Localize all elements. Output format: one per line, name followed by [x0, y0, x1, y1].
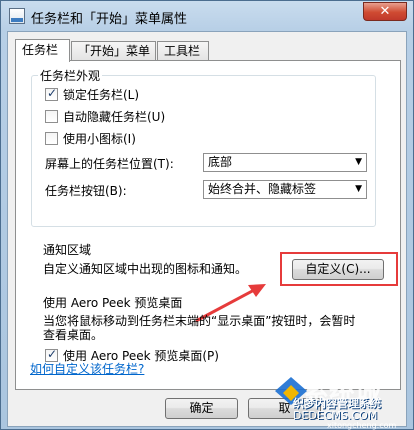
aero-peek-description-line2: 查看桌面。 [43, 328, 104, 342]
lock-taskbar-label: 锁定任务栏(L) [63, 88, 140, 102]
aero-peek-group-title: 使用 Aero Peek 预览桌面 [43, 296, 183, 310]
dialog-window: 任务栏和「开始」菜单属性 ✕ 任务栏 「开始」菜单 工具栏 任务栏外观 锁定任务… [0, 0, 414, 430]
close-button[interactable]: ✕ [363, 2, 407, 21]
watermark-line4: xitongcheng.com [327, 421, 397, 430]
chevron-down-icon: ▼ [355, 157, 362, 167]
tab-panel-taskbar: 任务栏外观 锁定任务栏(L) 自动隐藏任务栏(U) 使用小图标(I) 屏幕上的任… [15, 60, 401, 390]
buttons-value: 始终合并、隐藏标签 [208, 182, 317, 196]
help-link[interactable]: 如何自定义该任务栏? [30, 360, 144, 377]
location-value: 底部 [208, 155, 233, 169]
site-watermark: 系统城 织梦内容管理系统 DEDECMS.COM xitongcheng.com [263, 369, 413, 430]
buttons-label: 任务栏按钮(B): [45, 184, 127, 198]
ok-button[interactable]: 确定 [165, 398, 238, 419]
customize-button[interactable]: 自定义(C)... [292, 259, 384, 280]
tab-start-menu[interactable]: 「开始」菜单 [71, 41, 156, 61]
lock-taskbar-option[interactable]: 锁定任务栏(L) [45, 86, 139, 103]
location-label: 屏幕上的任务栏位置(T): [45, 157, 174, 171]
chevron-down-icon: ▼ [355, 184, 362, 194]
tab-taskbar[interactable]: 任务栏 [15, 39, 70, 62]
notification-description: 自定义通知区域中出现的图标和通知。 [43, 262, 248, 276]
dialog-body: 任务栏 「开始」菜单 工具栏 任务栏外观 锁定任务栏(L) 自动隐藏任务栏(U)… [7, 31, 407, 427]
title-bar[interactable]: 任务栏和「开始」菜单属性 ✕ [1, 1, 413, 31]
small-icons-option[interactable]: 使用小图标(I) [45, 130, 136, 147]
buttons-select[interactable]: 始终合并、隐藏标签 ▼ [203, 180, 367, 199]
small-icons-label: 使用小图标(I) [63, 132, 136, 146]
taskbar-properties-icon [9, 8, 25, 24]
auto-hide-option[interactable]: 自动隐藏任务栏(U) [45, 108, 165, 125]
notification-group-title: 通知区域 [43, 243, 92, 257]
auto-hide-label: 自动隐藏任务栏(U) [63, 110, 166, 124]
lock-taskbar-checkbox[interactable] [45, 86, 58, 101]
small-icons-checkbox[interactable] [45, 132, 58, 145]
location-select[interactable]: 底部 ▼ [203, 153, 367, 172]
tab-toolbars[interactable]: 工具栏 [157, 41, 209, 61]
appearance-group-title: 任务栏外观 [40, 69, 101, 83]
auto-hide-checkbox[interactable] [45, 110, 58, 123]
window-title: 任务栏和「开始」菜单属性 [31, 12, 188, 27]
